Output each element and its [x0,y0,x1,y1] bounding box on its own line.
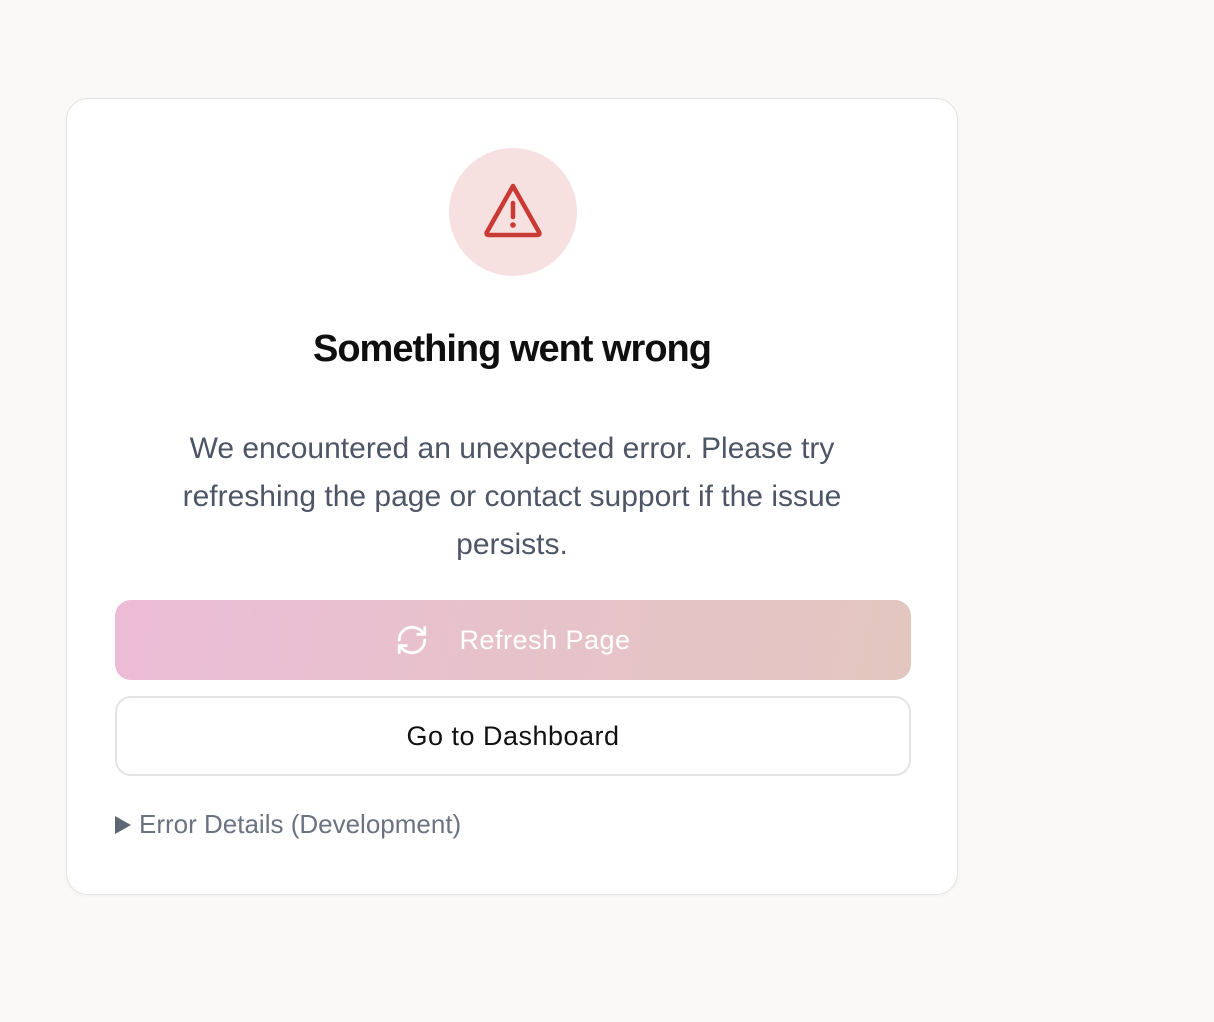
warning-triangle-icon [482,181,544,244]
refresh-page-button[interactable]: Refresh Page [115,600,911,680]
go-to-dashboard-button[interactable]: Go to Dashboard [115,696,911,776]
error-message: We encountered an unexpected error. Plea… [182,432,842,561]
error-title: Something went wrong [313,328,712,370]
error-card: Something went wrong We encountered an u… [66,98,958,895]
error-details-label: Error Details (Development) [139,809,462,839]
refresh-page-label: Refresh Page [459,624,631,655]
error-icon-container [449,148,577,276]
refresh-icon [395,623,429,657]
disclosure-triangle-icon [115,815,131,834]
error-details-toggle[interactable]: Error Details (Development) [115,809,461,840]
go-to-dashboard-label: Go to Dashboard [406,720,620,751]
